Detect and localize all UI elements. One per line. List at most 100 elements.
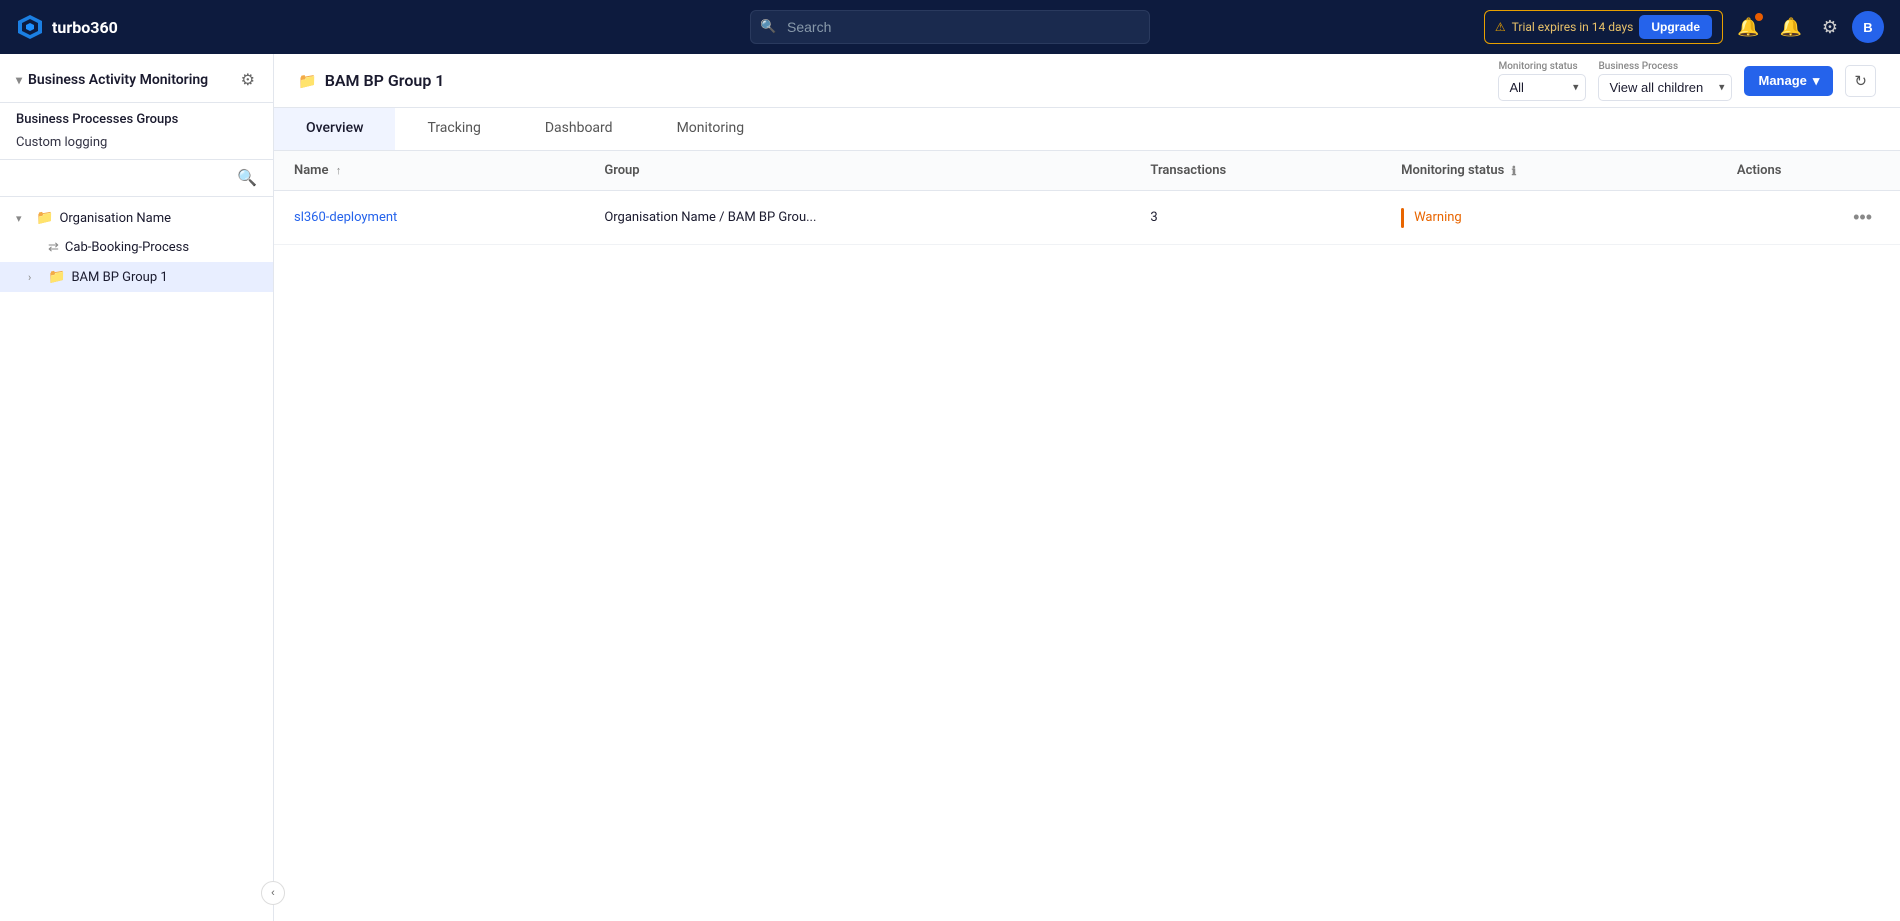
sort-icon: ↑ [336,164,342,177]
settings-icon: ⚙ [241,72,255,89]
search-bar-container: 🔍 [750,10,1150,44]
monitoring-status-label: Monitoring status [1498,61,1586,72]
folder-icon: 📁 [36,210,53,226]
column-header-transactions: Transactions [1130,151,1381,191]
sidebar-section-business-processes[interactable]: Business Processes Groups [16,109,257,130]
warning-link[interactable]: Warning [1414,210,1462,225]
user-avatar-button[interactable]: B [1852,11,1884,43]
sidebar-header: ▾ Business Activity Monitoring ⚙ [0,54,273,103]
sidebar-collapse-button[interactable]: ‹ [261,881,285,905]
warning-status-badge: Warning [1401,208,1697,228]
business-process-label: Business Process [1598,61,1732,72]
brand-logo-area: turbo360 [16,13,118,41]
sidebar-search-button[interactable]: 🔍 [237,168,257,188]
tree-item-label: Organisation Name [59,211,257,226]
folder-icon: 📁 [298,72,317,90]
transactions-value: 3 [1150,210,1157,225]
business-process-select[interactable]: View all children [1598,74,1732,101]
settings-button[interactable]: ⚙ [1816,11,1844,44]
group-value: Organisation Name / BAM BP Grou... [604,210,816,225]
tab-overview[interactable]: Overview [274,108,395,150]
column-label: Name [294,163,328,178]
manage-button[interactable]: Manage ▾ [1744,66,1833,96]
cell-group: Organisation Name / BAM BP Grou... [584,191,1130,245]
manage-label: Manage [1758,73,1806,88]
tab-label: Tracking [427,120,480,136]
table-row: sl360-deployment Organisation Name / BAM… [274,191,1900,245]
process-name-link[interactable]: sl360-deployment [294,210,397,225]
tree-item-bam-bp-group1[interactable]: › 📁 BAM BP Group 1 [0,262,273,292]
column-header-monitoring-status: Monitoring status ℹ [1381,151,1717,191]
search-icon: 🔍 [760,20,776,35]
column-label: Monitoring status [1401,163,1504,178]
row-actions-button[interactable]: ••• [1845,205,1880,230]
trial-text: Trial expires in 14 days [1512,20,1634,34]
column-label: Actions [1737,163,1782,178]
app-layout: ▾ Business Activity Monitoring ⚙ Busines… [0,54,1900,921]
page-header: 📁 BAM BP Group 1 Monitoring status All W… [274,54,1900,108]
sidebar-title-text: Business Activity Monitoring [28,72,208,88]
gear-icon: ⚙ [1822,17,1838,38]
header-controls: Monitoring status All Warning Critical O… [1498,61,1876,101]
tabs-bar: Overview Tracking Dashboard Monitoring [274,108,1900,151]
tab-label: Monitoring [677,120,745,136]
tab-label: Overview [306,120,363,136]
brand-icon [16,13,44,41]
cell-transactions: 3 [1130,191,1381,245]
monitoring-status-select-wrap: All Warning Critical OK ▾ [1498,74,1586,101]
alert-icon: 🔔 [1779,17,1801,38]
sidebar-tree: ▾ 📁 Organisation Name ⇄ Cab-Booking-Proc… [0,197,273,921]
chevron-down-icon: ▾ [16,73,22,87]
notifications-button[interactable]: 🔔 [1731,11,1765,44]
table-area: Name ↑ Group Transactions Monitoring sta… [274,151,1900,921]
sidebar-title-area: ▾ Business Activity Monitoring [16,72,208,88]
cell-monitoring-status: Warning [1381,191,1717,245]
sidebar-sections: Business Processes Groups Custom logging [0,103,273,160]
brand-name: turbo360 [52,18,118,37]
chevron-down-icon: ▾ [1813,73,1820,89]
main-content: 📁 BAM BP Group 1 Monitoring status All W… [274,54,1900,921]
info-icon: ℹ [1512,164,1517,178]
ellipsis-icon: ••• [1853,207,1872,227]
warning-bar-indicator [1401,208,1404,228]
tab-tracking[interactable]: Tracking [395,108,512,150]
refresh-button[interactable]: ↻ [1845,65,1876,97]
nav-right-area: ⚠ Trial expires in 14 days Upgrade 🔔 🔔 ⚙… [1484,10,1884,44]
section-label: Business Processes Groups [16,112,178,127]
search-input[interactable] [750,10,1150,44]
refresh-icon: ↻ [1854,72,1867,90]
column-header-actions: Actions [1717,151,1900,191]
alerts-button[interactable]: 🔔 [1773,11,1807,44]
notification-badge [1755,13,1763,21]
tree-item-cab-booking[interactable]: ⇄ Cab-Booking-Process [0,233,273,262]
process-icon: ⇄ [48,240,59,255]
folder-icon: 📁 [48,269,65,285]
column-label: Transactions [1150,163,1226,178]
table-header-row: Name ↑ Group Transactions Monitoring sta… [274,151,1900,191]
page-title-area: 📁 BAM BP Group 1 [298,71,1482,90]
sidebar: ▾ Business Activity Monitoring ⚙ Busines… [0,54,274,921]
tab-label: Dashboard [545,120,613,136]
section-label: Custom logging [16,135,107,150]
business-process-select-wrap: View all children ▾ [1598,74,1732,101]
sidebar-section-custom-logging[interactable]: Custom logging [16,132,257,153]
tab-monitoring[interactable]: Monitoring [645,108,777,150]
tree-item-organisation[interactable]: ▾ 📁 Organisation Name [0,203,273,233]
top-navigation: turbo360 🔍 ⚠ Trial expires in 14 days Up… [0,0,1900,54]
tree-item-label: Cab-Booking-Process [65,240,257,255]
sidebar-search-area: 🔍 [0,160,273,197]
cell-actions: ••• [1717,191,1900,245]
cell-name: sl360-deployment [274,191,584,245]
trial-banner: ⚠ Trial expires in 14 days Upgrade [1484,10,1723,44]
upgrade-button[interactable]: Upgrade [1639,15,1712,39]
column-label: Group [604,163,639,178]
column-header-name: Name ↑ [274,151,584,191]
business-process-group: Business Process View all children ▾ [1598,61,1732,101]
expand-icon: ▾ [16,212,30,225]
tree-item-label: BAM BP Group 1 [71,270,257,285]
tab-dashboard[interactable]: Dashboard [513,108,645,150]
monitoring-status-select[interactable]: All Warning Critical OK [1498,74,1586,101]
data-table: Name ↑ Group Transactions Monitoring sta… [274,151,1900,245]
sidebar-settings-button[interactable]: ⚙ [239,68,257,92]
page-title: BAM BP Group 1 [325,71,445,90]
